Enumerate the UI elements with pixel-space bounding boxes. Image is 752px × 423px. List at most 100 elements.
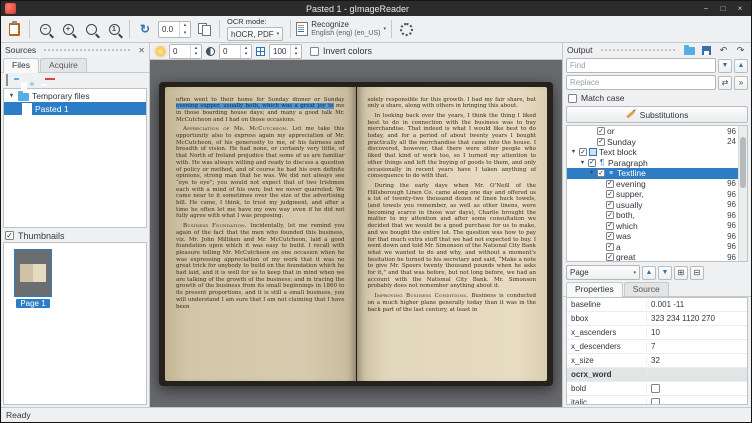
settings-button[interactable]	[397, 18, 417, 40]
substitutions-button[interactable]: Substitutions	[566, 106, 748, 123]
recognize-button[interactable]: Recognize English (eng) (en_US) ▾	[296, 18, 386, 40]
collapse-all-button[interactable]: ⊟	[690, 266, 704, 280]
page-layout-button[interactable]	[194, 18, 214, 40]
item-checkbox[interactable]	[579, 148, 587, 156]
maximize-button[interactable]: □	[718, 4, 728, 13]
hocr-tree-row[interactable]: a96	[567, 242, 738, 253]
resolution-spinbox[interactable]: 100 ▴▾	[269, 44, 302, 59]
paste-button[interactable]	[4, 18, 24, 40]
resolution-icon	[256, 47, 265, 56]
expand-all-button[interactable]: ⊞	[674, 266, 688, 280]
zoom-out-button[interactable]: −	[35, 18, 55, 40]
item-checkbox[interactable]	[606, 190, 614, 198]
contrast-spinbox[interactable]: 0 ▴▾	[219, 44, 252, 59]
thumbnails-checkbox[interactable]	[5, 231, 14, 240]
item-checkbox[interactable]	[606, 243, 614, 251]
item-checkbox[interactable]	[606, 211, 614, 219]
spin-down-icon[interactable]: ▾	[180, 29, 190, 37]
property-checkbox[interactable]	[651, 384, 660, 393]
tab-properties[interactable]: Properties	[566, 282, 623, 297]
hocr-tree-row[interactable]: ▼≡Textline	[567, 168, 738, 179]
hocr-tree-row[interactable]: evening96	[567, 179, 738, 190]
hocr-tree-row[interactable]: usually96	[567, 200, 738, 211]
hocr-tree-row[interactable]: ▼¶Paragraph	[567, 158, 738, 169]
hocr-tree-row[interactable]: great96	[567, 252, 738, 262]
redo-button[interactable]: ↷	[734, 44, 747, 56]
match-case-checkbox[interactable]	[568, 94, 577, 103]
spin-down-icon[interactable]: ▾	[191, 51, 201, 58]
close-panel-icon[interactable]: ✕	[138, 46, 145, 55]
expander-icon[interactable]: ▼	[579, 160, 586, 166]
output-panel: Output ↶ ↷ ▼ ▲ ⇄ » Match case	[562, 43, 751, 407]
thumbnails-area[interactable]: Page 1	[3, 242, 147, 405]
item-checkbox[interactable]	[597, 127, 605, 135]
tab-acquire[interactable]: Acquire	[40, 58, 87, 72]
paragraph-icon: ¶	[598, 158, 606, 167]
hocr-tree-row[interactable]: both,96	[567, 210, 738, 221]
zoom-original-button[interactable]: 1	[104, 18, 124, 40]
open-output-button[interactable]	[683, 44, 696, 56]
tree-scrollbar-thumb[interactable]	[740, 137, 746, 188]
recognize-icon	[296, 22, 308, 36]
book-heading: Appreciation of Mr. McCutcheon.	[183, 126, 288, 132]
replace-button[interactable]: ⇄	[718, 76, 732, 90]
nav-down-button[interactable]: ▼	[658, 266, 672, 280]
find-prev-button[interactable]: ▲	[734, 59, 748, 73]
invert-colors-checkbox[interactable]	[310, 47, 319, 56]
tab-source[interactable]: Source	[624, 282, 669, 296]
find-next-button[interactable]: ▼	[718, 59, 732, 73]
panel-drag-handle[interactable]	[601, 49, 675, 51]
property-name: x_ascenders	[567, 328, 647, 337]
image-canvas[interactable]: often went to their home for Sunday dinn…	[150, 60, 562, 407]
rotate-button[interactable]: ↻	[135, 18, 155, 40]
zoom-fit-button[interactable]	[81, 18, 101, 40]
hocr-tree-row[interactable]: which96	[567, 221, 738, 232]
nav-up-button[interactable]: ▲	[642, 266, 656, 280]
ocr-mode-combobox[interactable]: hOCR, PDF ▾	[227, 27, 283, 41]
rotation-angle-spinbox[interactable]: 0.0 ▴▾	[158, 21, 191, 38]
confidence-value: 96	[727, 190, 738, 199]
save-output-button[interactable]	[700, 44, 713, 56]
sources-tabs: Files Acquire	[1, 57, 149, 73]
item-checkbox[interactable]	[606, 222, 614, 230]
hocr-tree-row[interactable]: supper,96	[567, 189, 738, 200]
undo-button[interactable]: ↶	[717, 44, 730, 56]
find-input[interactable]	[566, 58, 716, 73]
page-thumbnail[interactable]: Page 1	[11, 249, 55, 308]
spin-up-icon[interactable]: ▴	[180, 22, 190, 30]
hocr-tree[interactable]: or96Sunday24▼Text block▼¶Paragraph▼≡Text…	[566, 125, 748, 262]
hocr-tree-row[interactable]: ▼Text block	[567, 147, 738, 158]
property-checkbox[interactable]	[651, 398, 660, 405]
spin-down-icon[interactable]: ▾	[291, 51, 301, 58]
replace-input[interactable]	[566, 75, 716, 90]
zoom-in-button[interactable]: +	[58, 18, 78, 40]
brightness-spinbox[interactable]: 0 ▴▾	[169, 44, 202, 59]
expander-icon[interactable]: ▼	[570, 149, 577, 155]
item-checkbox[interactable]	[588, 159, 596, 167]
item-checkbox[interactable]	[606, 253, 614, 261]
minimize-button[interactable]: −	[701, 4, 711, 13]
hocr-tree-row[interactable]: was96	[567, 231, 738, 242]
item-checkbox[interactable]	[606, 180, 614, 188]
textline-icon: ≡	[607, 170, 615, 177]
add-images-button[interactable]	[6, 75, 8, 85]
tree-scrollbar[interactable]	[738, 126, 747, 261]
close-button[interactable]: ×	[735, 4, 745, 13]
expander-icon[interactable]: ▼	[588, 170, 595, 176]
item-checkbox[interactable]	[597, 169, 605, 177]
sources-file-tree[interactable]: ▼ Temporary files Pasted 1	[3, 88, 147, 228]
tab-files[interactable]: Files	[3, 58, 39, 73]
hocr-tree-row[interactable]: Sunday24	[567, 137, 738, 148]
panel-drag-handle[interactable]	[44, 49, 130, 51]
tree-row-temporary-files[interactable]: ▼ Temporary files	[4, 89, 146, 102]
replace-all-button[interactable]: »	[734, 76, 748, 90]
item-checkbox[interactable]	[606, 232, 614, 240]
hocr-tree-row[interactable]: or96	[567, 126, 738, 137]
expander-icon[interactable]: ▼	[8, 93, 15, 99]
spin-down-icon[interactable]: ▾	[241, 51, 251, 58]
item-checkbox[interactable]	[597, 138, 605, 146]
navigation-target-combobox[interactable]: Page ▾	[566, 265, 640, 280]
item-checkbox[interactable]	[606, 201, 614, 209]
tree-row-pasted-1[interactable]: Pasted 1	[4, 102, 146, 115]
confidence-value: 96	[727, 179, 738, 188]
